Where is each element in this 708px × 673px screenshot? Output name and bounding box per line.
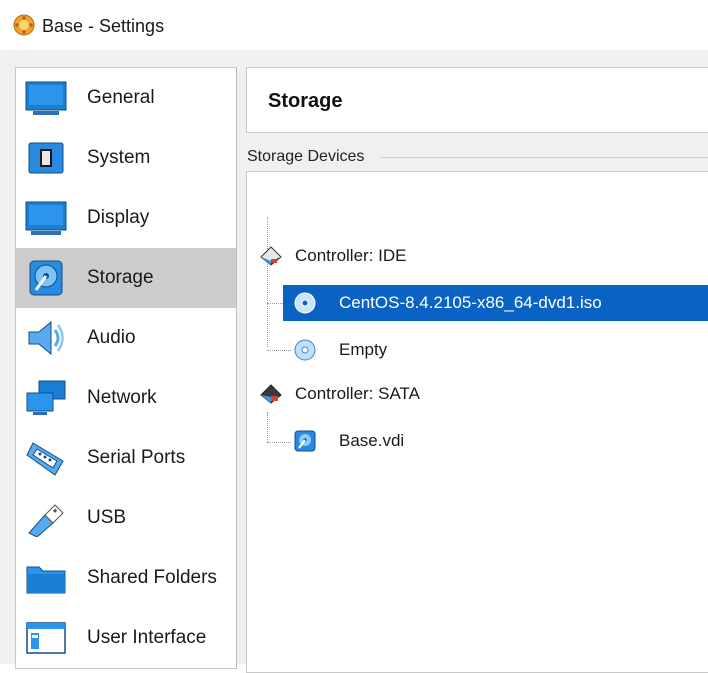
sidebar-item-network[interactable]: Network <box>16 368 236 428</box>
tree-item-label: CentOS-8.4.2105-x86_64-dvd1.iso <box>339 293 602 312</box>
group-divider <box>380 157 708 158</box>
shared-folders-icon <box>26 566 66 594</box>
sidebar-item-label: User Interface <box>87 627 207 648</box>
page-title: Storage <box>268 90 343 112</box>
sidebar-item-label: General <box>87 87 155 108</box>
tree-connector <box>267 217 268 347</box>
sidebar-item-shared-folders[interactable]: Shared Folders <box>16 548 236 608</box>
hard-disk-icon <box>294 430 316 452</box>
optical-disc-icon <box>294 339 316 361</box>
general-icon <box>25 81 67 115</box>
storage-icon <box>29 260 63 296</box>
window-title: Base - Settings <box>42 16 165 36</box>
controller-ide[interactable]: Controller: IDE <box>259 238 699 274</box>
settings-sidebar: General System Display Storage Audio Net… <box>15 67 237 669</box>
page-header: Storage <box>246 67 708 133</box>
sidebar-item-display[interactable]: Display <box>16 188 236 248</box>
sidebar-item-label: Storage <box>87 267 154 288</box>
storage-devices-label: Storage Devices <box>247 148 373 166</box>
optical-disc-icon <box>294 292 316 314</box>
network-icon <box>26 380 66 415</box>
tree-item-label: Empty <box>339 340 388 359</box>
settings-dialog: General System Display Storage Audio Net… <box>0 50 708 673</box>
tree-item-label: Controller: SATA <box>295 384 421 403</box>
sidebar-item-label: Network <box>87 387 157 408</box>
tree-item-label: Controller: IDE <box>295 246 407 265</box>
sidebar-item-user-interface[interactable]: User Interface <box>16 608 236 668</box>
virtualbox-app-icon <box>13 14 35 36</box>
sidebar-item-label: USB <box>87 507 127 528</box>
sidebar-item-storage[interactable]: Storage <box>16 248 236 308</box>
storage-tree[interactable]: Controller: IDE CentOS-8.4.2105-x86_64-d… <box>246 171 708 673</box>
sidebar-item-label: Serial Ports <box>87 447 186 468</box>
sidebar-item-label: Shared Folders <box>87 567 217 588</box>
user-interface-icon <box>26 622 66 654</box>
sidebar-item-serial-ports[interactable]: Serial Ports <box>16 428 236 488</box>
serial-ports-icon <box>26 442 64 476</box>
ide-controller-icon <box>260 246 282 266</box>
sidebar-item-label: System <box>87 147 151 168</box>
sidebar-item-audio[interactable]: Audio <box>16 308 236 368</box>
sidebar-item-general[interactable]: General <box>16 68 236 128</box>
sidebar-item-usb[interactable]: USB <box>16 488 236 548</box>
sidebar-item-system[interactable]: System <box>16 128 236 188</box>
sidebar-item-label: Display <box>87 207 150 228</box>
audio-icon <box>28 320 64 356</box>
attachment-centos-iso[interactable]: CentOS-8.4.2105-x86_64-dvd1.iso <box>283 285 708 321</box>
title-bar: Base - Settings <box>0 0 708 50</box>
controller-sata[interactable]: Controller: SATA <box>259 376 699 412</box>
attachment-base-vdi[interactable]: Base.vdi <box>283 423 683 459</box>
attachment-empty[interactable]: Empty <box>283 332 683 368</box>
tree-connector <box>267 412 268 442</box>
tree-item-label: Base.vdi <box>339 431 405 450</box>
usb-icon <box>28 504 64 537</box>
sidebar-item-label: Audio <box>87 327 136 348</box>
sata-controller-icon <box>260 384 282 404</box>
system-icon <box>28 142 64 174</box>
display-icon <box>25 201 67 235</box>
